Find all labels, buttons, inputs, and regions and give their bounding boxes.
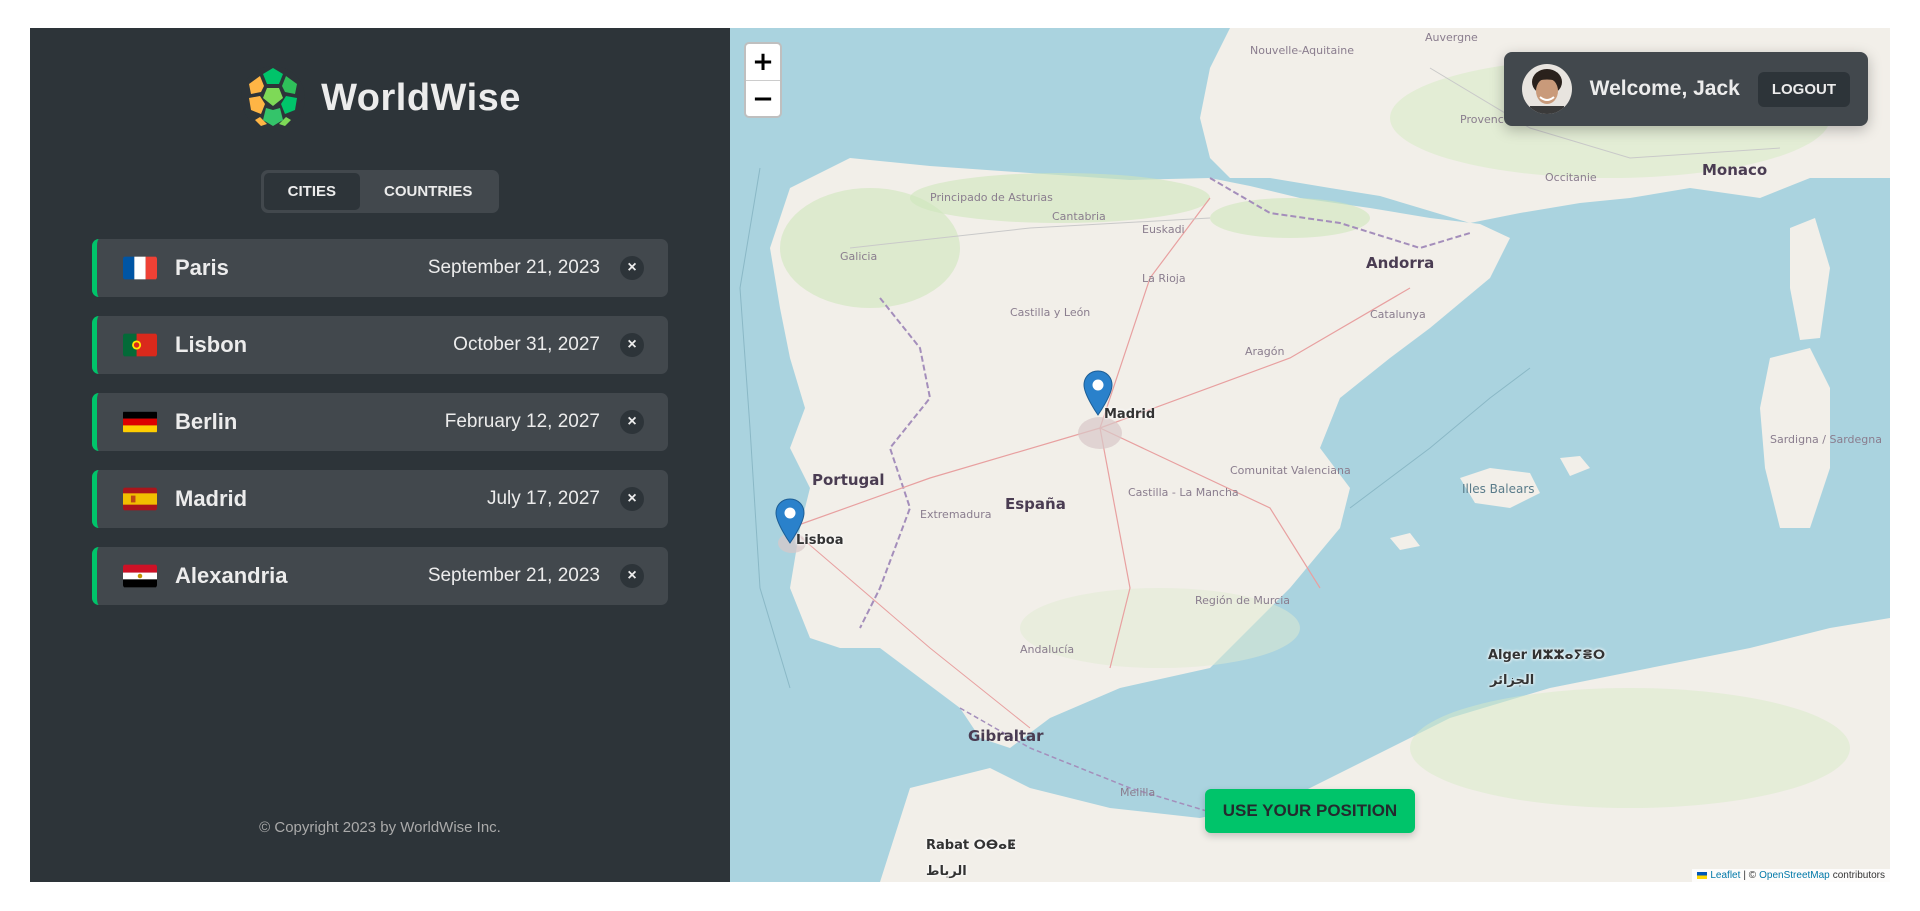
city-item-madrid[interactable]: Madrid July 17, 2027 ×	[92, 470, 668, 528]
map-label-monaco: Monaco	[1702, 161, 1768, 179]
user-panel: Welcome, Jack LOGOUT	[1503, 52, 1868, 126]
map-label-melilla: Melilla	[1120, 786, 1156, 799]
city-list: Paris September 21, 2023 × Lisbon Octobe…	[92, 239, 668, 605]
city-item-alexandria[interactable]: Alexandria September 21, 2023 ×	[92, 547, 668, 605]
city-item-paris[interactable]: Paris September 21, 2023 ×	[92, 239, 668, 297]
city-name: Madrid	[175, 486, 248, 511]
map-base-tiles[interactable]	[730, 28, 1890, 882]
attribution-suffix: contributors	[1832, 870, 1885, 881]
zoom-in-button[interactable]: +	[746, 44, 780, 80]
attribution-separator: | ©	[1743, 870, 1757, 881]
map-label-rabat: Rabat ⵔⴱⴰⵟ	[926, 838, 1016, 853]
openstreetmap-link[interactable]: OpenStreetMap	[1759, 870, 1830, 881]
map-label-catalunya: Catalunya	[1370, 308, 1426, 321]
city-name: Paris	[175, 255, 229, 280]
map-label-larioja: La Rioja	[1142, 272, 1186, 285]
delete-city-button[interactable]: ×	[620, 564, 644, 588]
map-label-gibraltar: Gibraltar	[968, 727, 1044, 745]
map-label-aragon: Aragón	[1245, 345, 1285, 358]
app-root: WorldWise CITIES COUNTRIES Paris Septemb…	[30, 28, 1890, 882]
map-label-occitanie: Occitanie	[1545, 171, 1597, 184]
map-attribution: Leaflet | © OpenStreetMap contributors	[1692, 869, 1890, 882]
welcome-text: Welcome, Jack	[1589, 77, 1740, 100]
copyright: © Copyright 2023 by WorldWise Inc.	[259, 819, 501, 836]
city-date: September 21, 2023	[427, 565, 600, 586]
map-label-asturias: Principado de Asturias	[930, 191, 1053, 204]
map[interactable]: Portugal España Andorra Monaco Gibraltar…	[730, 28, 1890, 882]
delete-city-button[interactable]: ×	[620, 256, 644, 280]
view-tabs: CITIES COUNTRIES	[260, 170, 500, 213]
ukraine-flag-icon	[1697, 872, 1708, 879]
map-label-castillaleon: Castilla y León	[1010, 306, 1091, 319]
logo[interactable]: WorldWise	[239, 64, 521, 132]
map-label-aquitaine: Nouvelle-Aquitaine	[1250, 44, 1355, 57]
zoom-out-button[interactable]: −	[746, 80, 780, 116]
city-name: Alexandria	[175, 563, 288, 588]
map-label-murcia: Región de Murcia	[1195, 594, 1290, 607]
map-label-castillamancha: Castilla - La Mancha	[1128, 486, 1239, 499]
germany-flag-icon	[123, 411, 157, 433]
city-item-lisbon[interactable]: Lisbon October 31, 2027 ×	[92, 316, 668, 374]
map-label-andalucia: Andalucía	[1020, 643, 1075, 656]
city-date: October 31, 2027	[453, 334, 600, 355]
map-label-rabat-ar: الرباط	[926, 864, 967, 879]
map-label-espana: España	[1005, 495, 1066, 513]
map-marker-madrid[interactable]	[1083, 370, 1113, 416]
map-marker-lisbon[interactable]	[775, 498, 805, 544]
city-item-berlin[interactable]: Berlin February 12, 2027 ×	[92, 393, 668, 451]
map-label-galicia: Galicia	[840, 250, 878, 263]
map-label-aljazair: الجزائر	[1490, 673, 1535, 688]
map-label-andorra: Andorra	[1366, 254, 1435, 272]
sidebar: WorldWise CITIES COUNTRIES Paris Septemb…	[30, 28, 730, 882]
map-label-euskadi: Euskadi	[1142, 223, 1185, 236]
city-name: Berlin	[175, 409, 238, 434]
leaflet-link[interactable]: Leaflet	[1710, 870, 1740, 881]
france-flag-icon	[123, 256, 157, 280]
spain-flag-icon	[123, 487, 157, 511]
map-label-auvergne: Auvergne	[1425, 31, 1478, 44]
delete-city-button[interactable]: ×	[620, 410, 644, 434]
app-name: WorldWise	[321, 76, 521, 119]
city-date: September 21, 2023	[427, 257, 600, 278]
logo-icon	[241, 66, 306, 130]
city-name: Lisbon	[175, 332, 248, 357]
logout-button[interactable]: LOGOUT	[1757, 71, 1850, 107]
map-label-sardegna: Sardigna / Sardegna	[1770, 433, 1882, 446]
map-label-portugal: Portugal	[812, 471, 885, 489]
map-label-illesbalears: Illes Balears	[1462, 482, 1535, 496]
use-position-button[interactable]: USE YOUR POSITION	[1205, 789, 1415, 833]
delete-city-button[interactable]: ×	[620, 333, 644, 357]
city-date: July 17, 2027	[486, 488, 600, 509]
avatar	[1521, 64, 1572, 114]
map-label-alger: Alger ⵍⵣⵣⴰⵢⴻⵔ	[1488, 648, 1606, 663]
tab-countries[interactable]: COUNTRIES	[360, 173, 496, 210]
map-label-extremadura: Extremadura	[920, 508, 992, 521]
egypt-flag-icon	[123, 564, 157, 588]
tab-cities[interactable]: CITIES	[263, 173, 360, 210]
delete-city-button[interactable]: ×	[620, 487, 644, 511]
map-label-cantabria: Cantabria	[1052, 210, 1106, 223]
zoom-control: + −	[744, 42, 782, 118]
city-date: February 12, 2027	[444, 411, 600, 432]
map-label-valenciana: Comunitat Valenciana	[1230, 464, 1351, 477]
portugal-flag-icon	[123, 333, 157, 357]
